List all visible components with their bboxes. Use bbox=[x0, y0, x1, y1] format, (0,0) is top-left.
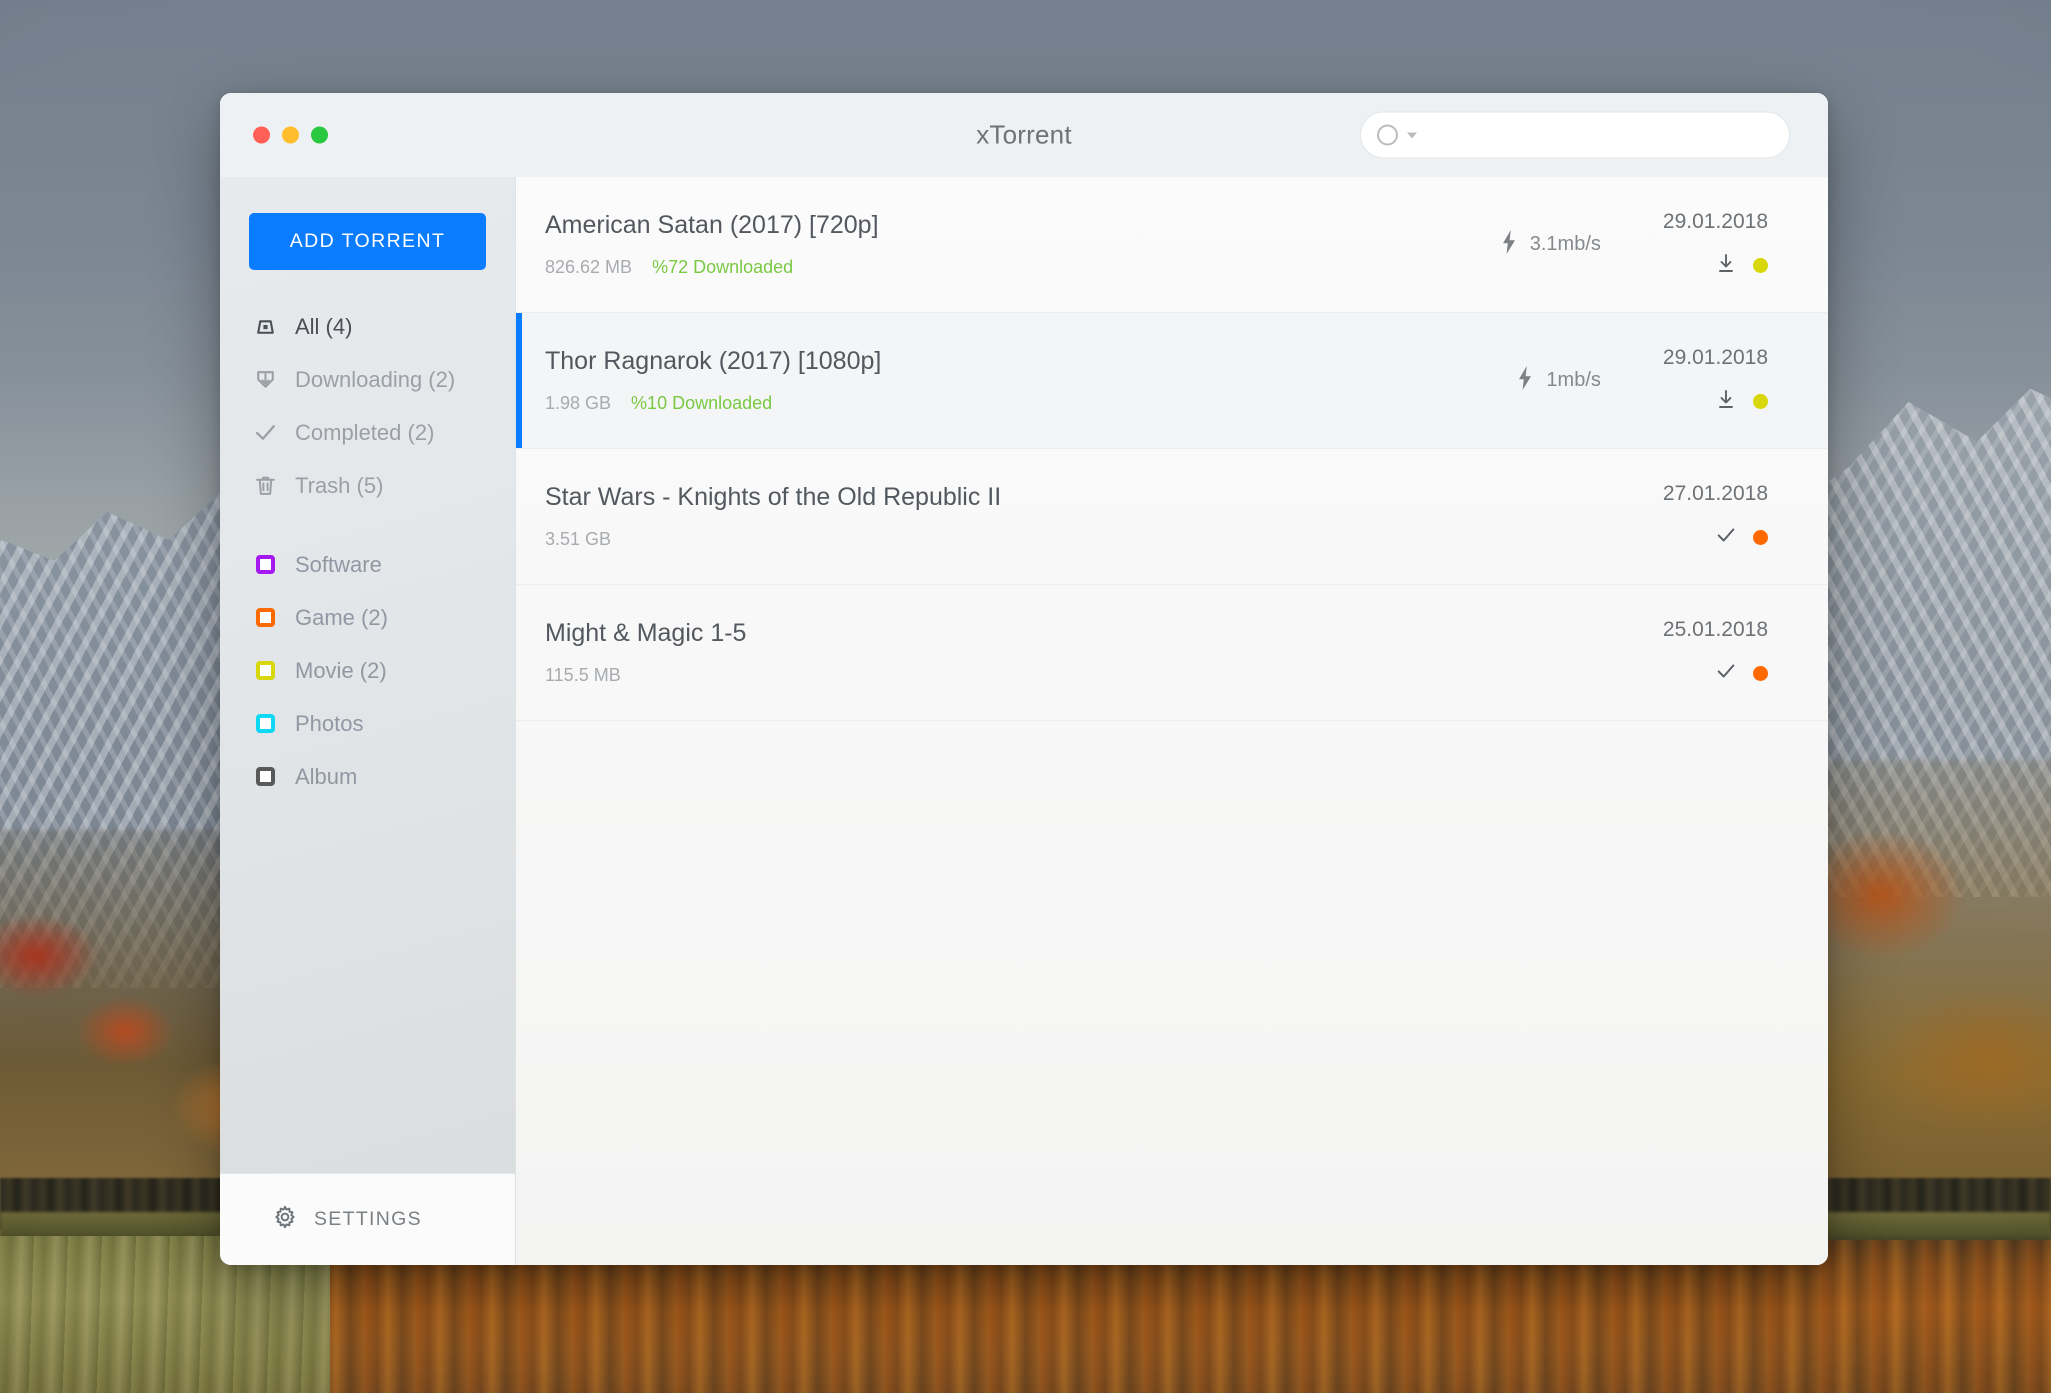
tag-square-icon bbox=[252, 605, 278, 631]
status-badge bbox=[1753, 666, 1768, 681]
table-row[interactable]: Thor Ragnarok (2017) [1080p] 1.98 GB %10… bbox=[516, 313, 1828, 449]
torrent-right: 29.01.2018 bbox=[1663, 346, 1768, 415]
sidebar-item-label: Photos bbox=[295, 711, 364, 737]
torrent-title: Thor Ragnarok (2017) [1080p] bbox=[545, 347, 1515, 376]
trash-icon bbox=[252, 473, 278, 499]
tag-square-icon bbox=[252, 658, 278, 684]
torrent-size: 3.51 GB bbox=[545, 529, 611, 550]
gear-icon bbox=[272, 1204, 298, 1235]
sidebar-item-label: Movie (2) bbox=[295, 658, 387, 684]
torrent-size: 1.98 GB bbox=[545, 393, 611, 414]
sidebar-item-album[interactable]: Album bbox=[220, 750, 515, 803]
bolt-icon bbox=[1499, 230, 1519, 259]
tag-square-icon bbox=[252, 711, 278, 737]
torrent-speed-text: 1mb/s bbox=[1546, 369, 1600, 392]
window-body: ADD TORRENT All (4) bbox=[220, 177, 1828, 1265]
torrent-progress: %72 Downloaded bbox=[652, 257, 793, 278]
tag-square-icon bbox=[252, 764, 278, 790]
torrent-meta: 1.98 GB %10 Downloaded bbox=[545, 393, 1515, 414]
torrent-status bbox=[1715, 388, 1768, 415]
torrent-speed-text: 3.1mb/s bbox=[1530, 233, 1601, 256]
window-titlebar: xTorrent bbox=[220, 93, 1828, 177]
search-input[interactable] bbox=[1429, 123, 1773, 148]
torrent-speed: 3.1mb/s bbox=[1499, 230, 1601, 259]
chevron-down-icon[interactable] bbox=[1407, 132, 1417, 138]
download-icon bbox=[252, 367, 278, 393]
torrent-meta: 115.5 MB bbox=[545, 665, 1663, 686]
sidebar-item-game[interactable]: Game (2) bbox=[220, 591, 515, 644]
sidebar-item-all[interactable]: All (4) bbox=[220, 300, 515, 353]
desktop-background: xTorrent ADD TORRENT bbox=[0, 0, 2051, 1393]
sidebar-item-movie[interactable]: Movie (2) bbox=[220, 644, 515, 697]
torrent-title: Might & Magic 1-5 bbox=[545, 619, 1663, 648]
torrent-info: American Satan (2017) [720p] 826.62 MB %… bbox=[545, 211, 1499, 278]
status-badge bbox=[1753, 394, 1768, 409]
minimize-button[interactable] bbox=[282, 127, 299, 144]
torrent-size: 826.62 MB bbox=[545, 257, 632, 278]
torrent-info: Star Wars - Knights of the Old Republic … bbox=[545, 483, 1663, 550]
sidebar-item-label: Downloading (2) bbox=[295, 367, 455, 393]
torrent-status bbox=[1715, 252, 1768, 279]
torrent-progress: %10 Downloaded bbox=[631, 393, 772, 414]
torrent-status bbox=[1715, 524, 1768, 551]
table-row[interactable]: Star Wars - Knights of the Old Republic … bbox=[516, 449, 1828, 585]
search-icon bbox=[1377, 125, 1398, 146]
torrent-info: Might & Magic 1-5 115.5 MB bbox=[545, 619, 1663, 686]
torrent-right: 29.01.2018 bbox=[1663, 210, 1768, 279]
download-arrow-icon[interactable] bbox=[1715, 388, 1737, 415]
sidebar-item-photos[interactable]: Photos bbox=[220, 697, 515, 750]
window-controls bbox=[253, 127, 328, 144]
sidebar-item-software[interactable]: Software bbox=[220, 538, 515, 591]
sidebar-tag-group: Software Game (2) Movie (2 bbox=[220, 538, 515, 803]
sidebar-nav-group: All (4) Downloading (2) bbox=[220, 300, 515, 512]
torrent-date: 25.01.2018 bbox=[1663, 618, 1768, 642]
settings-label: SETTINGS bbox=[314, 1208, 422, 1231]
sidebar-item-label: Completed (2) bbox=[295, 420, 434, 446]
close-button[interactable] bbox=[253, 127, 270, 144]
tag-square-icon bbox=[252, 552, 278, 578]
status-badge bbox=[1753, 530, 1768, 545]
torrent-right: 25.01.2018 bbox=[1663, 618, 1768, 687]
torrent-status bbox=[1715, 660, 1768, 687]
table-row[interactable]: American Satan (2017) [720p] 826.62 MB %… bbox=[516, 177, 1828, 313]
check-icon bbox=[252, 420, 278, 446]
torrent-speed: 1mb/s bbox=[1515, 366, 1600, 395]
torrent-meta: 3.51 GB bbox=[545, 529, 1663, 550]
download-arrow-icon[interactable] bbox=[1715, 252, 1737, 279]
torrent-size: 115.5 MB bbox=[545, 665, 621, 686]
sidebar-item-downloading[interactable]: Downloading (2) bbox=[220, 353, 515, 406]
settings-button[interactable]: SETTINGS bbox=[220, 1173, 515, 1265]
sidebar-item-label: Software bbox=[295, 552, 382, 578]
torrent-title: American Satan (2017) [720p] bbox=[545, 211, 1499, 240]
sidebar-item-label: Album bbox=[295, 764, 357, 790]
torrent-meta: 826.62 MB %72 Downloaded bbox=[545, 257, 1499, 278]
sidebar-scroll-area: ADD TORRENT All (4) bbox=[220, 177, 515, 1173]
torrent-title: Star Wars - Knights of the Old Republic … bbox=[545, 483, 1663, 512]
maximize-button[interactable] bbox=[311, 127, 328, 144]
torrent-right: 27.01.2018 bbox=[1663, 482, 1768, 551]
xtorrent-window: xTorrent ADD TORRENT bbox=[220, 93, 1828, 1265]
table-row[interactable]: Might & Magic 1-5 115.5 MB 25.01.2018 bbox=[516, 585, 1828, 721]
sidebar-item-completed[interactable]: Completed (2) bbox=[220, 406, 515, 459]
status-badge bbox=[1753, 258, 1768, 273]
search-bar[interactable] bbox=[1360, 112, 1790, 159]
sidebar-item-label: Game (2) bbox=[295, 605, 388, 631]
sidebar-item-trash[interactable]: Trash (5) bbox=[220, 459, 515, 512]
torrent-list: American Satan (2017) [720p] 826.62 MB %… bbox=[516, 177, 1828, 1265]
check-icon[interactable] bbox=[1715, 660, 1737, 687]
sidebar-item-label: Trash (5) bbox=[295, 473, 383, 499]
torrent-date: 27.01.2018 bbox=[1663, 482, 1768, 506]
torrent-date: 29.01.2018 bbox=[1663, 346, 1768, 370]
sidebar-item-label: All (4) bbox=[295, 314, 352, 340]
check-icon[interactable] bbox=[1715, 524, 1737, 551]
inbox-icon bbox=[252, 314, 278, 340]
torrent-date: 29.01.2018 bbox=[1663, 210, 1768, 234]
sidebar: ADD TORRENT All (4) bbox=[220, 177, 516, 1265]
torrent-info: Thor Ragnarok (2017) [1080p] 1.98 GB %10… bbox=[545, 347, 1515, 414]
bolt-icon bbox=[1515, 366, 1535, 395]
add-torrent-button[interactable]: ADD TORRENT bbox=[249, 213, 486, 270]
